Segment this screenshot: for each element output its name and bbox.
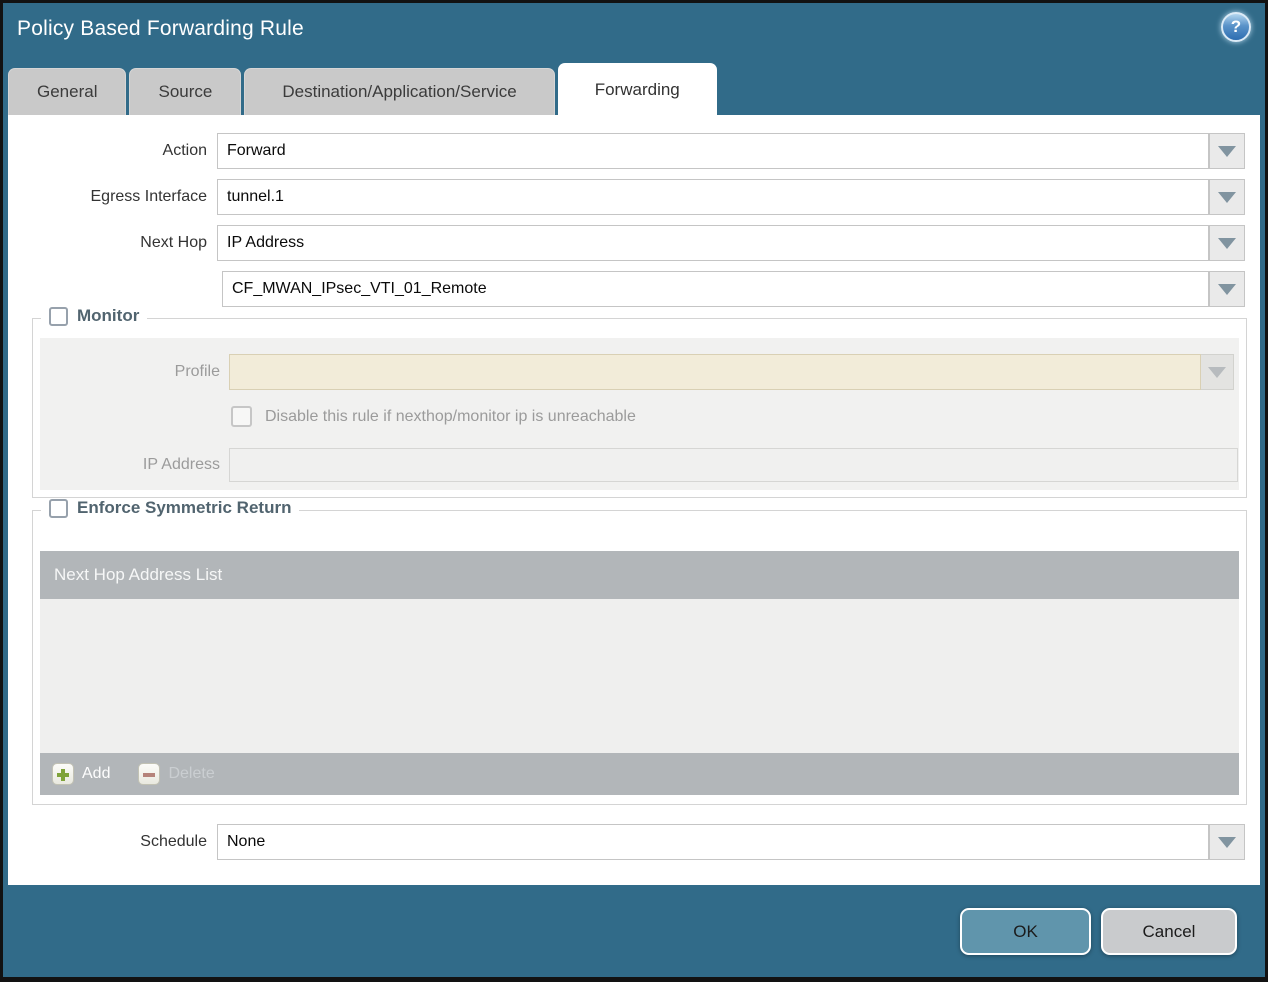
delete-button-label: Delete xyxy=(168,765,215,782)
next-hop-address-list-body xyxy=(40,599,1239,753)
enforce-symmetric-return-legend: Enforce Symmetric Return xyxy=(41,498,300,518)
minus-icon xyxy=(138,763,161,785)
forwarding-tab-panel: Action Forward Egress Interface tunnel.1… xyxy=(8,115,1260,885)
action-dropdown-button[interactable] xyxy=(1209,133,1245,169)
ok-button[interactable]: OK xyxy=(960,908,1091,955)
chevron-down-icon xyxy=(1218,237,1236,249)
schedule-field[interactable]: None xyxy=(217,824,1209,860)
monitor-ip-address-row: IP Address xyxy=(33,448,1246,482)
action-label: Action xyxy=(162,142,207,159)
next-hop-type-dropdown-button[interactable] xyxy=(1209,225,1245,261)
monitor-ip-address-label: IP Address xyxy=(142,456,220,473)
egress-interface-label: Egress Interface xyxy=(90,188,208,205)
add-button[interactable]: Add xyxy=(52,763,110,785)
next-hop-type-field[interactable]: IP Address xyxy=(217,225,1209,261)
monitor-section: Monitor Profile Disable this rule if nex… xyxy=(32,306,1247,498)
next-hop-address-field[interactable]: CF_MWAN_IPsec_VTI_01_Remote xyxy=(222,271,1209,307)
help-icon[interactable]: ? xyxy=(1221,12,1251,42)
egress-interface-field[interactable]: tunnel.1 xyxy=(217,179,1209,215)
monitor-legend-label: Monitor xyxy=(77,306,140,325)
egress-interface-dropdown-button[interactable] xyxy=(1209,179,1245,215)
cancel-button[interactable]: Cancel xyxy=(1101,908,1237,955)
schedule-dropdown-button[interactable] xyxy=(1209,824,1245,860)
disable-rule-label: Disable this rule if nexthop/monitor ip … xyxy=(265,408,636,425)
chevron-down-icon xyxy=(1218,283,1236,295)
enforce-symmetric-return-section: Enforce Symmetric Return Next Hop Addres… xyxy=(32,498,1247,805)
action-row: Action Forward xyxy=(8,133,1260,169)
dialog-title: Policy Based Forwarding Rule xyxy=(17,17,304,40)
tab-forwarding[interactable]: Forwarding xyxy=(557,63,717,115)
action-field[interactable]: Forward xyxy=(217,133,1209,169)
add-button-label: Add xyxy=(82,765,111,782)
next-hop-row: Next Hop IP Address xyxy=(8,225,1260,261)
next-hop-address-list-table: Next Hop Address List Add Delete xyxy=(40,551,1239,795)
tab-bar: General Source Destination/Application/S… xyxy=(8,63,717,115)
chevron-down-icon xyxy=(1208,366,1226,378)
disable-rule-checkbox xyxy=(231,406,252,427)
schedule-row: Schedule None xyxy=(8,824,1260,860)
egress-interface-row: Egress Interface tunnel.1 xyxy=(8,179,1260,215)
profile-dropdown-button xyxy=(1201,354,1234,390)
policy-based-forwarding-dialog: Policy Based Forwarding Rule ? General S… xyxy=(0,0,1268,982)
monitor-checkbox[interactable] xyxy=(49,306,68,326)
plus-icon xyxy=(52,763,74,785)
chevron-down-icon xyxy=(1218,191,1236,203)
profile-row: Profile xyxy=(33,354,1246,390)
next-hop-address-list-toolbar: Add Delete xyxy=(40,753,1239,795)
enforce-symmetric-return-checkbox[interactable] xyxy=(49,498,68,518)
profile-label: Profile xyxy=(174,363,220,380)
monitor-ip-address-field xyxy=(229,448,1238,482)
tab-destination-application-service[interactable]: Destination/Application/Service xyxy=(244,68,555,115)
enforce-symmetric-return-legend-label: Enforce Symmetric Return xyxy=(77,498,292,517)
monitor-legend: Monitor xyxy=(41,306,148,326)
chevron-down-icon xyxy=(1218,145,1236,157)
next-hop-address-dropdown-button[interactable] xyxy=(1209,271,1245,307)
next-hop-label: Next Hop xyxy=(140,234,207,251)
next-hop-address-row: CF_MWAN_IPsec_VTI_01_Remote xyxy=(8,271,1260,307)
profile-field xyxy=(229,354,1201,390)
disable-rule-row: Disable this rule if nexthop/monitor ip … xyxy=(33,406,1246,430)
delete-button: Delete xyxy=(138,763,215,785)
tab-source[interactable]: Source xyxy=(129,68,242,115)
schedule-label: Schedule xyxy=(140,833,207,850)
tab-general[interactable]: General xyxy=(8,68,127,115)
next-hop-address-list-header: Next Hop Address List xyxy=(40,551,1239,599)
chevron-down-icon xyxy=(1218,836,1236,848)
